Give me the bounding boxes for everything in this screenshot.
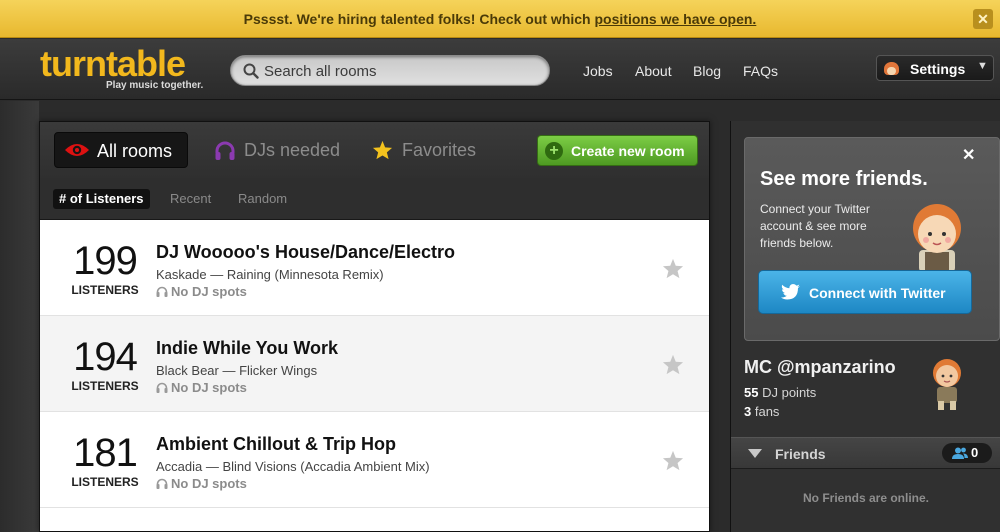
- create-room-label: Create new room: [571, 143, 685, 159]
- dj-status: No DJ spots: [156, 380, 247, 395]
- collapse-triangle-icon: [748, 449, 762, 458]
- now-playing: Black Bear — Flicker Wings: [156, 363, 318, 378]
- headphones-icon: [215, 141, 235, 160]
- room-name[interactable]: DJ Wooooo's House/Dance/Electro: [156, 242, 455, 263]
- search-input[interactable]: [264, 61, 534, 81]
- user-name: MC @mpanzarino: [744, 357, 896, 377]
- sort-listeners[interactable]: # of Listeners: [53, 189, 150, 209]
- close-icon: ✕: [977, 11, 989, 27]
- favorite-star-icon[interactable]: [662, 450, 684, 471]
- sort-bar: # of Listeners Recent Random: [40, 178, 709, 220]
- now-playing: Kaskade — Raining (Minnesota Remix): [156, 267, 384, 282]
- turntable-logo[interactable]: turntable Play music together.: [40, 43, 203, 91]
- search-box[interactable]: [230, 55, 550, 86]
- sidebar: ✕ See more friends. Connect your Twitter…: [730, 121, 1000, 532]
- promo-title: See more friends.: [760, 168, 928, 190]
- fans-stat: 3 fans: [744, 404, 779, 419]
- room-name[interactable]: Ambient Chillout & Trip Hop: [156, 434, 396, 455]
- rooms-panel: All rooms DJs needed Favorites + Create …: [39, 121, 710, 532]
- room-row[interactable]: 194 LISTENERS Indie While You Work Black…: [40, 316, 709, 412]
- fans-label: fans: [754, 404, 780, 419]
- star-icon: [372, 140, 393, 160]
- banner-close-button[interactable]: ✕: [973, 9, 993, 29]
- nav-about[interactable]: About: [635, 63, 672, 79]
- search-icon: [243, 63, 259, 79]
- friends-toggle[interactable]: Friends 0: [731, 437, 1000, 469]
- promo-text: Connect your Twitter account & see more …: [760, 202, 870, 250]
- favorite-star-icon[interactable]: [662, 354, 684, 375]
- room-name[interactable]: Indie While You Work: [156, 338, 338, 359]
- room-row[interactable]: 199 LISTENERS DJ Wooooo's House/Dance/El…: [40, 220, 709, 316]
- sort-random[interactable]: Random: [238, 189, 287, 209]
- eye-icon: [65, 144, 89, 156]
- dj-status-text: No DJ spots: [171, 380, 247, 395]
- favorite-star-icon[interactable]: [662, 258, 684, 279]
- headphones-icon: [156, 382, 168, 393]
- chevron-down-icon: ▼: [977, 60, 988, 72]
- top-header: turntable Play music together. Jobs Abou…: [0, 39, 1000, 100]
- settings-label: Settings: [910, 61, 966, 77]
- headphones-icon: [156, 286, 168, 297]
- no-friends-message: No Friends are online.: [802, 491, 930, 505]
- dj-points-stat: 55 DJ points: [744, 385, 816, 400]
- listener-count: 194: [73, 335, 138, 379]
- see-more-friends-card: ✕ See more friends. Connect your Twitter…: [744, 137, 1000, 341]
- nav-jobs[interactable]: Jobs: [583, 63, 613, 79]
- dj-status: No DJ spots: [156, 284, 247, 299]
- people-icon: [952, 447, 968, 459]
- friends-label: Friends: [775, 446, 826, 462]
- background-edge: [0, 101, 39, 532]
- dj-points-label: DJ points: [762, 385, 817, 400]
- avatar[interactable]: [927, 355, 967, 411]
- fans-value: 3: [744, 404, 752, 419]
- logo-wordmark: turntable: [40, 43, 186, 84]
- logo-tagline: Play music together.: [106, 80, 204, 91]
- tab-all-rooms-label: All rooms: [97, 141, 173, 161]
- tab-favorites[interactable]: Favorites: [372, 132, 512, 168]
- hiring-banner: Psssst. We're hiring talented folks! Che…: [0, 0, 1000, 38]
- settings-dropdown[interactable]: Settings ▼: [876, 55, 994, 81]
- connect-twitter-button[interactable]: Connect with Twitter: [758, 270, 972, 314]
- dj-status: No DJ spots: [156, 476, 247, 491]
- twitter-bird-icon: [781, 284, 800, 300]
- listener-count: 181: [73, 431, 138, 475]
- listeners-label: LISTENERS: [71, 283, 139, 297]
- listeners-label: LISTENERS: [71, 379, 139, 393]
- banner-text: Psssst. We're hiring talented folks! Che…: [243, 11, 591, 27]
- room-row[interactable]: 181 LISTENERS Ambient Chillout & Trip Ho…: [40, 412, 709, 508]
- nav-blog[interactable]: Blog: [693, 63, 721, 79]
- friends-count: 0: [971, 445, 979, 460]
- headphones-icon: [156, 478, 168, 489]
- room-tabs: All rooms DJs needed Favorites + Create …: [40, 122, 709, 178]
- tab-djs-needed[interactable]: DJs needed: [214, 132, 374, 168]
- dj-points-value: 55: [744, 385, 759, 400]
- plus-icon: +: [545, 142, 563, 160]
- now-playing: Accadia — Blind Visions (Accadia Ambient…: [156, 459, 430, 474]
- connect-twitter-label: Connect with Twitter: [809, 285, 946, 301]
- dj-status-text: No DJ spots: [171, 284, 247, 299]
- avatar-illustration: [913, 204, 961, 272]
- dj-status-text: No DJ spots: [171, 476, 247, 491]
- nav-faqs[interactable]: FAQs: [743, 63, 778, 79]
- listeners-label: LISTENERS: [71, 475, 139, 489]
- positions-link[interactable]: positions we have open.: [595, 11, 757, 27]
- friends-count-badge: 0: [942, 443, 992, 463]
- close-icon[interactable]: ✕: [962, 145, 975, 165]
- sort-recent[interactable]: Recent: [170, 189, 211, 209]
- listener-count: 199: [73, 239, 138, 283]
- tab-djs-needed-label: DJs needed: [244, 140, 341, 160]
- tab-favorites-label: Favorites: [402, 140, 477, 160]
- tab-all-rooms[interactable]: All rooms: [54, 132, 188, 168]
- create-room-button[interactable]: + Create new room: [537, 135, 698, 166]
- user-avatar-icon: [884, 62, 899, 75]
